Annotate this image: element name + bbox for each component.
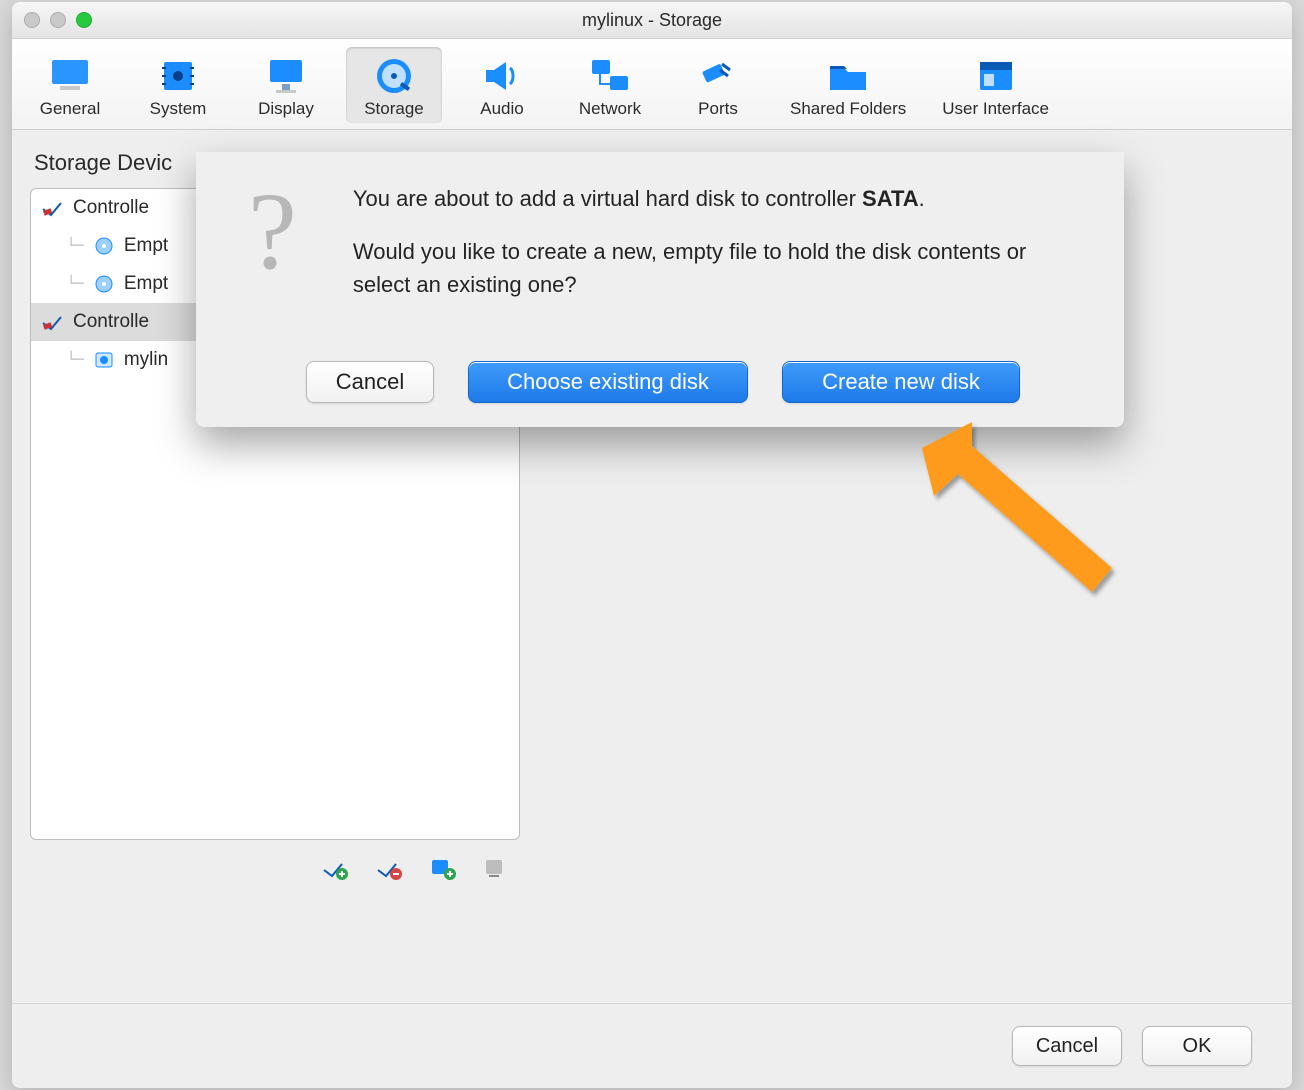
dialog-line2: Would you like to create a new, empty fi… <box>353 235 1084 301</box>
tab-display[interactable]: Display <box>238 47 334 123</box>
remove-controller-button[interactable] <box>374 854 404 882</box>
question-icon: ? <box>236 182 309 281</box>
tree-label: Controlle <box>73 311 149 333</box>
add-disk-dialog: ? You are about to add a virtual hard di… <box>196 152 1124 427</box>
tab-system[interactable]: System <box>130 47 226 123</box>
close-window-icon[interactable] <box>24 12 40 28</box>
hard-disk-icon <box>366 53 422 99</box>
tab-audio[interactable]: Audio <box>454 47 550 123</box>
window-title: mylinux - Storage <box>582 10 722 31</box>
choose-existing-disk-button[interactable]: Choose existing disk <box>468 361 748 403</box>
dialog-line1-pre: You are about to add a virtual hard disk… <box>353 186 862 211</box>
dialog-buttons: Cancel Choose existing disk Create new d… <box>236 361 1084 403</box>
tab-shared-folders[interactable]: Shared Folders <box>778 47 918 123</box>
folder-icon <box>820 53 876 99</box>
cancel-button[interactable]: Cancel <box>1012 1026 1122 1066</box>
window-footer: Cancel OK <box>12 1003 1292 1088</box>
dialog-cancel-button[interactable]: Cancel <box>306 361 434 403</box>
tab-label: Storage <box>364 99 424 119</box>
tab-label: General <box>40 99 100 119</box>
tab-label: Shared Folders <box>790 99 906 119</box>
ok-button[interactable]: OK <box>1142 1026 1252 1066</box>
network-icon <box>582 53 638 99</box>
chip-icon <box>150 53 206 99</box>
dialog-message: You are about to add a virtual hard disk… <box>353 182 1084 321</box>
tree-actions <box>30 840 520 882</box>
tab-label: Ports <box>698 99 738 119</box>
controller-icon <box>41 311 63 333</box>
create-new-disk-button[interactable]: Create new disk <box>782 361 1020 403</box>
tab-label: Audio <box>480 99 523 119</box>
settings-toolbar: General System <box>12 39 1292 130</box>
tab-ports[interactable]: Ports <box>670 47 766 123</box>
tab-label: System <box>150 99 207 119</box>
zoom-window-icon[interactable] <box>76 12 92 28</box>
hdd-icon <box>94 350 114 370</box>
tab-label: User Interface <box>942 99 1049 119</box>
tree-label: Empt <box>124 235 168 257</box>
window-traffic-lights <box>24 12 92 28</box>
minimize-window-icon[interactable] <box>50 12 66 28</box>
dialog-line1-bold: SATA <box>862 186 919 211</box>
display-icon <box>258 53 314 99</box>
tree-label: mylin <box>124 349 168 371</box>
settings-window: mylinux - Storage General <box>12 2 1292 1088</box>
speaker-icon <box>474 53 530 99</box>
tab-label: Display <box>258 99 314 119</box>
monitor-icon <box>42 53 98 99</box>
controller-icon <box>41 197 63 219</box>
disc-icon <box>94 274 114 294</box>
add-controller-button[interactable] <box>320 854 350 882</box>
tab-storage[interactable]: Storage <box>346 47 442 123</box>
titlebar: mylinux - Storage <box>12 2 1292 39</box>
tree-label: Controlle <box>73 197 149 219</box>
add-attachment-button[interactable] <box>428 854 458 882</box>
tab-network[interactable]: Network <box>562 47 658 123</box>
tab-general[interactable]: General <box>22 47 118 123</box>
tree-label: Empt <box>124 273 168 295</box>
disc-icon <box>94 236 114 256</box>
remove-attachment-button[interactable] <box>482 854 512 882</box>
window-icon <box>968 53 1024 99</box>
ports-icon <box>690 53 746 99</box>
tab-label: Network <box>579 99 641 119</box>
tab-user-interface[interactable]: User Interface <box>930 47 1061 123</box>
dialog-line1-post: . <box>919 186 925 211</box>
